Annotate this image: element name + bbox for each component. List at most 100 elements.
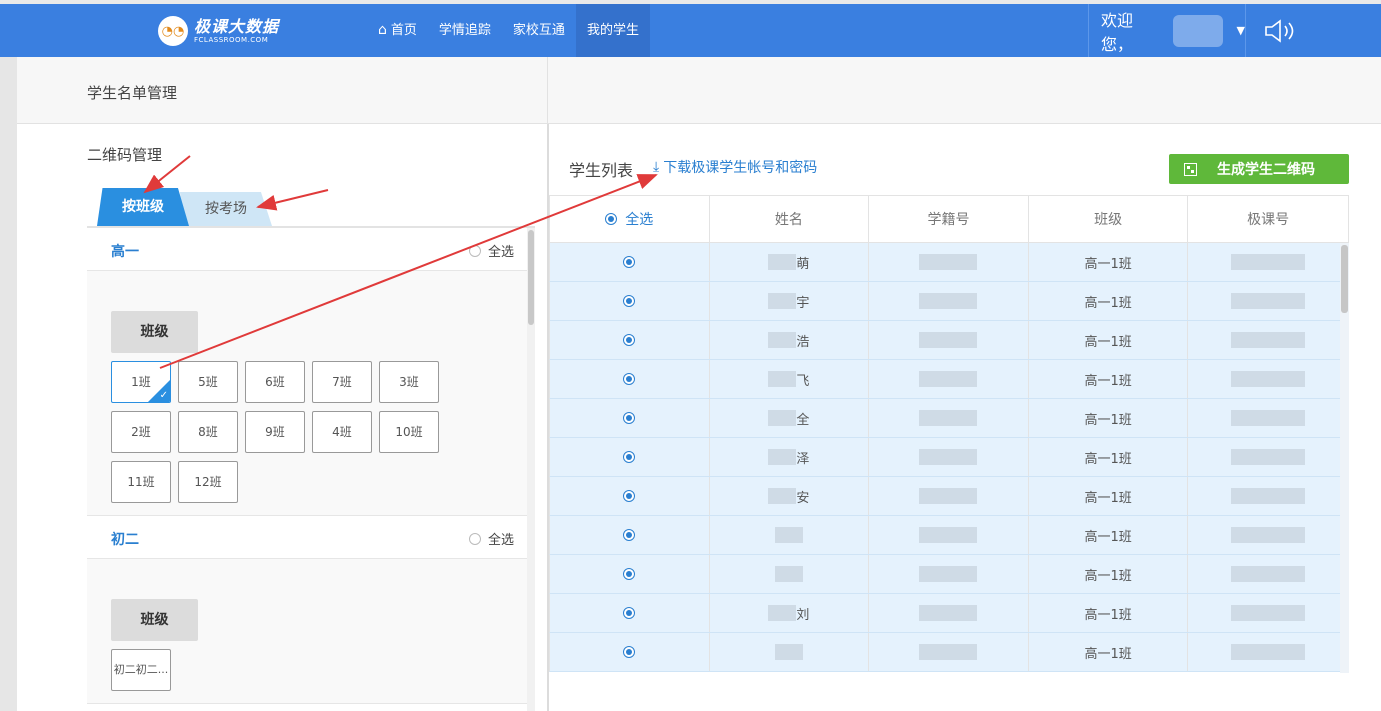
- download-accounts-link[interactable]: ⤓ 下载极课学生帐号和密码: [653, 157, 817, 177]
- row-select[interactable]: [550, 360, 710, 398]
- nav-learning-tracking[interactable]: 学情追踪: [428, 4, 502, 57]
- class-button[interactable]: 10班: [379, 411, 439, 453]
- column-header: 班级: [1029, 196, 1189, 242]
- radio-icon[interactable]: [623, 607, 636, 619]
- class-button[interactable]: 12班: [178, 461, 238, 503]
- speaker-icon[interactable]: [1260, 18, 1300, 44]
- row-select[interactable]: [550, 282, 710, 320]
- radio-icon[interactable]: [623, 295, 636, 307]
- class-button[interactable]: 11班: [111, 461, 171, 503]
- jike-number: [1188, 555, 1348, 593]
- class-button[interactable]: 5班: [178, 361, 238, 403]
- class-button[interactable]: 6班: [245, 361, 305, 403]
- student-number: [869, 477, 1029, 515]
- select-all-label: 全选: [488, 533, 515, 548]
- table-row[interactable]: 安 高一1班: [549, 477, 1349, 516]
- tab-by-exam-room[interactable]: 按考场: [180, 192, 272, 226]
- sidebar-strip: [0, 57, 17, 711]
- caret-down-icon[interactable]: ▼: [1237, 24, 1245, 37]
- redacted-block: [919, 410, 978, 426]
- row-select[interactable]: [550, 243, 710, 281]
- row-select[interactable]: [550, 555, 710, 593]
- radio-icon[interactable]: [623, 568, 636, 580]
- radio-icon[interactable]: [469, 244, 481, 257]
- radio-icon[interactable]: [623, 334, 636, 346]
- class-button[interactable]: 8班: [178, 411, 238, 453]
- nav-home[interactable]: ⌂ 首页: [367, 4, 428, 57]
- logo[interactable]: ◔◔ 极课大数据 FCLASSROOM.COM: [158, 16, 279, 46]
- column-header: 学籍号: [869, 196, 1029, 242]
- logo-title: 极课大数据: [194, 16, 280, 36]
- table-row[interactable]: 浩 高一1班: [549, 321, 1349, 360]
- table-row[interactable]: 全 高一1班: [549, 399, 1349, 438]
- table-row[interactable]: 刘 高一1班: [549, 594, 1349, 633]
- scrollbar[interactable]: [1340, 243, 1349, 673]
- generate-qr-button[interactable]: 生成学生二维码: [1169, 154, 1349, 184]
- table-row[interactable]: 宇 高一1班: [549, 282, 1349, 321]
- jike-number: [1188, 594, 1348, 632]
- main-nav: ⌂ 首页 学情追踪 家校互通 我的学生: [367, 4, 650, 57]
- row-select[interactable]: [550, 516, 710, 554]
- redacted-block: [774, 527, 803, 543]
- class-button[interactable]: 初二初二...: [111, 649, 171, 691]
- row-select[interactable]: [550, 594, 710, 632]
- grade-select-all[interactable]: 全选: [469, 529, 514, 548]
- nav-my-students[interactable]: 我的学生: [575, 4, 650, 57]
- class-button[interactable]: 2班: [111, 411, 171, 453]
- student-class: 高一1班: [1029, 594, 1189, 632]
- nav-home-school[interactable]: 家校互通: [502, 4, 576, 57]
- tab-by-class[interactable]: 按班级: [97, 188, 189, 226]
- table-row[interactable]: 飞 高一1班: [549, 360, 1349, 399]
- radio-icon[interactable]: [623, 529, 636, 541]
- redacted-block: [1231, 449, 1306, 465]
- redacted-block: [1231, 644, 1306, 660]
- radio-icon[interactable]: [623, 256, 636, 268]
- row-select[interactable]: [550, 399, 710, 437]
- radio-icon[interactable]: [605, 213, 618, 225]
- student-name: 泽: [710, 438, 870, 476]
- class-button[interactable]: 9班: [245, 411, 305, 453]
- table-row[interactable]: 高一1班: [549, 633, 1349, 672]
- class-button[interactable]: 3班: [379, 361, 439, 403]
- redacted-block: [1231, 332, 1306, 348]
- grade-select-all[interactable]: 全选: [469, 241, 514, 260]
- student-class: 高一1班: [1029, 243, 1189, 281]
- radio-icon[interactable]: [469, 532, 481, 545]
- student-list-title: 学生列表: [569, 161, 634, 180]
- table-row[interactable]: 高一1班: [549, 516, 1349, 555]
- class-button[interactable]: 1班 ✓: [111, 361, 171, 403]
- radio-icon[interactable]: [623, 451, 636, 463]
- student-name: [710, 633, 870, 671]
- class-button[interactable]: 4班: [312, 411, 372, 453]
- select-all-header[interactable]: 全选: [550, 196, 710, 242]
- redacted-block: [768, 449, 797, 465]
- row-select[interactable]: [550, 438, 710, 476]
- radio-icon[interactable]: [623, 373, 636, 385]
- redacted-block: [1231, 605, 1306, 621]
- student-name: 宇: [710, 282, 870, 320]
- scrollbar-thumb[interactable]: [528, 230, 534, 325]
- redacted-block: [768, 371, 797, 387]
- redacted-block: [768, 293, 797, 309]
- row-select[interactable]: [550, 633, 710, 671]
- table-row[interactable]: 泽 高一1班: [549, 438, 1349, 477]
- student-class: 高一1班: [1029, 321, 1189, 359]
- scrollbar-thumb[interactable]: [1341, 245, 1348, 313]
- user-menu[interactable]: 欢迎您， ▼: [1088, 4, 1246, 57]
- radio-icon[interactable]: [623, 646, 636, 658]
- student-name: 刘: [710, 594, 870, 632]
- class-button[interactable]: 7班: [312, 361, 372, 403]
- grade-header: 初二 全选: [87, 516, 527, 559]
- radio-icon[interactable]: [623, 412, 636, 424]
- table-row[interactable]: 高一1班: [549, 555, 1349, 594]
- student-number: [869, 594, 1029, 632]
- row-select[interactable]: [550, 321, 710, 359]
- table-row[interactable]: 萌 高一1班: [549, 243, 1349, 282]
- scrollbar[interactable]: [527, 228, 535, 711]
- row-select[interactable]: [550, 477, 710, 515]
- download-icon: ⤓: [653, 159, 660, 175]
- redacted-block: [774, 644, 803, 660]
- radio-icon[interactable]: [623, 490, 636, 502]
- qr-management-title: 二维码管理: [87, 146, 163, 164]
- column-header: 姓名: [710, 196, 870, 242]
